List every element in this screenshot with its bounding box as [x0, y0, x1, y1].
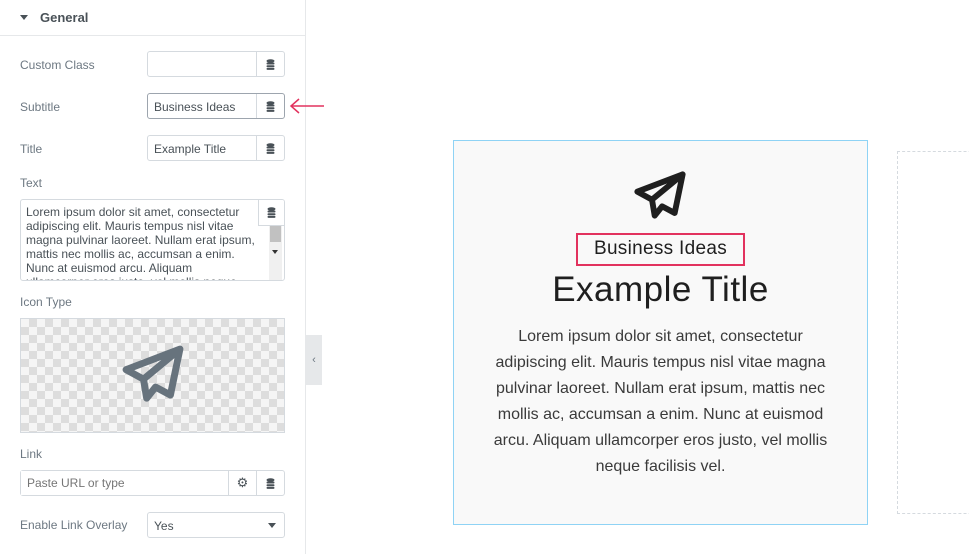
collapse-panel-button[interactable]: ‹ [306, 335, 322, 385]
gear-icon: ⚙ [236, 475, 249, 490]
database-icon [266, 101, 275, 112]
link-overlay-select[interactable]: Yes [147, 512, 285, 538]
link-field[interactable]: ⚙ [20, 470, 285, 496]
custom-class-input[interactable] [148, 52, 256, 76]
database-icon [266, 59, 275, 70]
icon-type-label: Icon Type [20, 295, 72, 309]
link-overlay-label: Enable Link Overlay [20, 518, 128, 532]
icon-picker[interactable] [20, 318, 285, 433]
textarea-scrollbar[interactable] [269, 226, 282, 280]
scrollbar-thumb[interactable] [270, 226, 281, 242]
database-icon [266, 143, 275, 154]
caret-down-icon [20, 15, 28, 20]
dynamic-tags-button[interactable] [256, 94, 284, 118]
section-general-header[interactable]: General [0, 0, 305, 36]
widget-text: Lorem ipsum dolor sit amet, consectetur … [493, 328, 828, 475]
custom-class-label: Custom Class [20, 58, 95, 72]
chevron-left-icon: ‹ [312, 354, 316, 366]
link-input[interactable] [21, 471, 228, 495]
icon-box-widget[interactable]: Business Ideas Example Title Lorem ipsum… [453, 140, 868, 525]
select-value: Yes [154, 519, 174, 533]
dynamic-tags-button[interactable] [256, 52, 284, 76]
scroll-down-icon[interactable] [272, 250, 278, 254]
database-icon [266, 478, 275, 489]
custom-class-field[interactable] [147, 51, 285, 77]
section-title: General [40, 10, 89, 25]
arrow-left-icon [289, 98, 324, 114]
title-label: Title [20, 142, 43, 156]
title-input[interactable]: Example Title [148, 136, 256, 160]
textarea-content[interactable]: Lorem ipsum dolor sit amet, consectetur … [21, 200, 284, 280]
widget-subtitle: Business Ideas [575, 233, 746, 266]
subtitle-field[interactable]: Business Ideas [147, 93, 285, 119]
text-label: Text [20, 176, 43, 190]
chevron-down-icon [260, 513, 284, 537]
subtitle-label: Subtitle [20, 100, 61, 114]
link-label: Link [20, 447, 43, 461]
paper-plane-icon [628, 165, 692, 229]
text-textarea[interactable]: Lorem ipsum dolor sit amet, consectetur … [20, 199, 285, 281]
dynamic-tags-button[interactable] [256, 136, 284, 160]
widget-title: Example Title [552, 270, 769, 309]
database-icon [267, 207, 276, 218]
title-field[interactable]: Example Title [147, 135, 285, 161]
paper-plane-icon [115, 338, 191, 414]
dynamic-tags-button[interactable] [256, 471, 284, 495]
link-options-button[interactable]: ⚙ [228, 471, 256, 495]
settings-panel: General Custom Class Subtitle Business I… [0, 0, 324, 554]
subtitle-input[interactable]: Business Ideas [148, 94, 256, 118]
dynamic-tags-button[interactable] [258, 200, 284, 226]
empty-column-placeholder[interactable] [897, 151, 969, 514]
